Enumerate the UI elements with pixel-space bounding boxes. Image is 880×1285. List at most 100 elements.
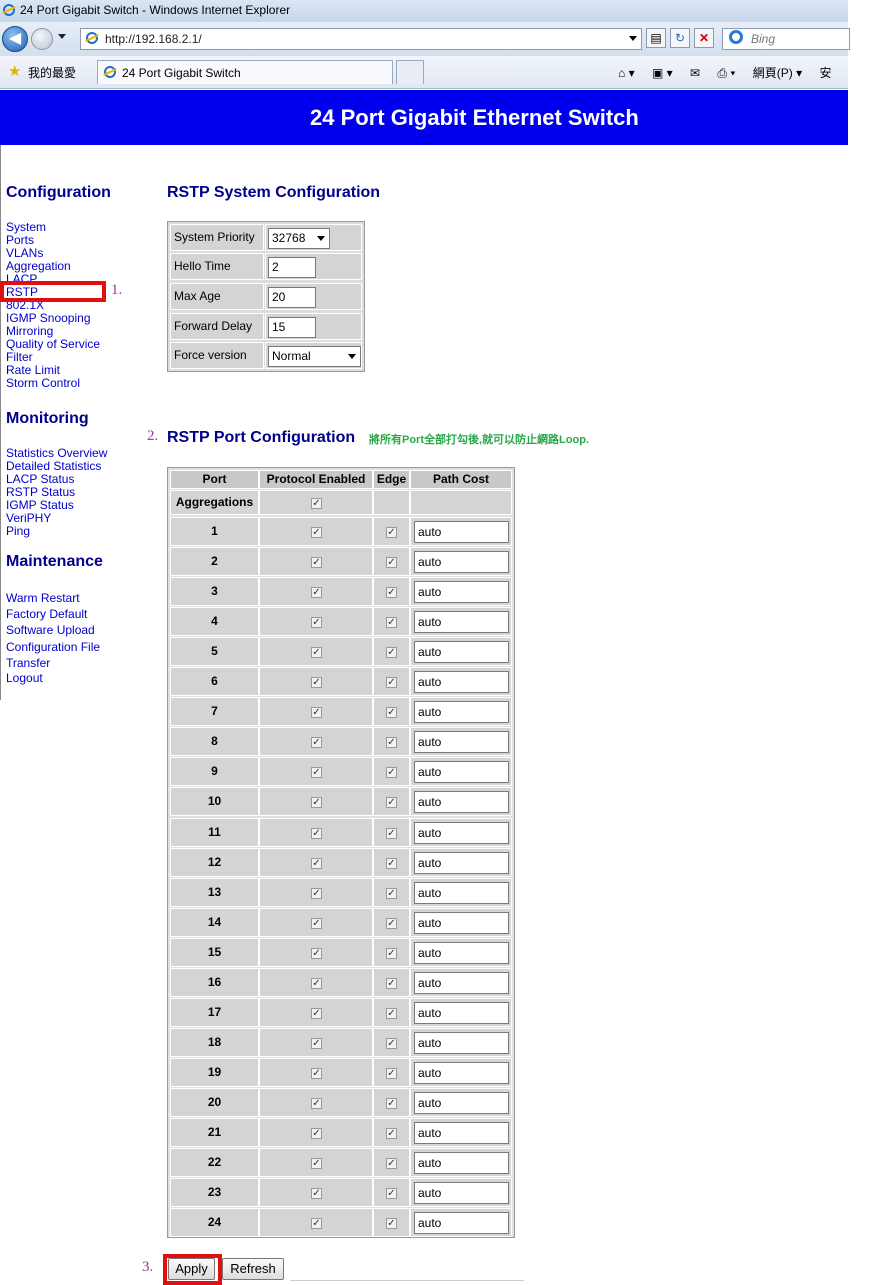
favorites-star-icon[interactable]: ★ — [8, 62, 21, 80]
protocol-enabled-checkbox[interactable]: ✓ — [311, 858, 322, 869]
aggregations-protocol-checkbox[interactable]: ✓ — [311, 498, 322, 509]
path-cost-input[interactable]: auto — [414, 1152, 509, 1174]
path-cost-input[interactable]: auto — [414, 731, 509, 753]
refresh-button[interactable]: Refresh — [222, 1258, 284, 1280]
edge-checkbox[interactable]: ✓ — [386, 647, 397, 658]
protocol-enabled-checkbox[interactable]: ✓ — [311, 527, 322, 538]
edge-checkbox[interactable]: ✓ — [386, 828, 397, 839]
search-input[interactable]: Bing — [722, 28, 850, 50]
new-tab-button[interactable] — [396, 60, 424, 84]
favorites-button[interactable]: 我的最愛 — [28, 64, 76, 81]
path-cost-input[interactable]: auto — [414, 972, 509, 994]
print-icon[interactable]: ⎙ ▾ — [717, 66, 735, 80]
system-priority-select[interactable]: 32768 — [268, 228, 330, 249]
path-cost-input[interactable]: auto — [414, 1062, 509, 1084]
protocol-enabled-checkbox[interactable]: ✓ — [311, 1098, 322, 1109]
protocol-enabled-checkbox[interactable]: ✓ — [311, 767, 322, 778]
path-cost-input[interactable]: auto — [414, 942, 509, 964]
edge-checkbox[interactable]: ✓ — [386, 587, 397, 598]
path-cost-input[interactable]: auto — [414, 822, 509, 844]
safety-menu[interactable]: 安 — [819, 66, 831, 80]
stop-icon[interactable]: ✕ — [694, 28, 714, 48]
path-cost-input[interactable]: auto — [414, 1122, 509, 1144]
protocol-enabled-checkbox[interactable]: ✓ — [311, 617, 322, 628]
path-cost-input[interactable]: auto — [414, 1212, 509, 1234]
edge-checkbox[interactable]: ✓ — [386, 1158, 397, 1169]
protocol-enabled-checkbox[interactable]: ✓ — [311, 888, 322, 899]
edge-checkbox[interactable]: ✓ — [386, 677, 397, 688]
forward-delay-input[interactable]: 15 — [268, 317, 316, 338]
protocol-enabled-checkbox[interactable]: ✓ — [311, 557, 322, 568]
browser-tab[interactable]: 24 Port Gigabit Switch — [97, 60, 393, 84]
path-cost-input[interactable]: auto — [414, 912, 509, 934]
edge-checkbox[interactable]: ✓ — [386, 1188, 397, 1199]
protocol-enabled-checkbox[interactable]: ✓ — [311, 828, 322, 839]
path-cost-input[interactable]: auto — [414, 671, 509, 693]
protocol-enabled-checkbox[interactable]: ✓ — [311, 978, 322, 989]
hello-time-input[interactable]: 2 — [268, 257, 316, 278]
edge-checkbox[interactable]: ✓ — [386, 1218, 397, 1229]
nav-ping[interactable]: Ping — [6, 525, 30, 538]
page-menu[interactable]: 網頁(P) ▾ — [753, 66, 802, 80]
feeds-icon[interactable]: ▣ ▾ — [652, 66, 673, 80]
mail-icon[interactable]: ✉ — [690, 66, 700, 80]
protocol-enabled-checkbox[interactable]: ✓ — [311, 587, 322, 598]
protocol-enabled-checkbox[interactable]: ✓ — [311, 1068, 322, 1079]
path-cost-input[interactable]: auto — [414, 761, 509, 783]
apply-button[interactable]: Apply — [168, 1258, 215, 1280]
url-input[interactable]: http://192.168.2.1/ — [80, 28, 642, 50]
edge-checkbox[interactable]: ✓ — [386, 948, 397, 959]
max-age-input[interactable]: 20 — [268, 287, 316, 308]
path-cost-input[interactable]: auto — [414, 521, 509, 543]
edge-checkbox[interactable]: ✓ — [386, 918, 397, 929]
protocol-enabled-checkbox[interactable]: ✓ — [311, 1218, 322, 1229]
url-dropdown-icon[interactable] — [629, 36, 637, 41]
compat-view-icon[interactable]: ▤ — [646, 28, 666, 48]
edge-checkbox[interactable]: ✓ — [386, 557, 397, 568]
edge-checkbox[interactable]: ✓ — [386, 1068, 397, 1079]
nav-factory-default[interactable]: Factory Default — [6, 607, 87, 621]
protocol-enabled-checkbox[interactable]: ✓ — [311, 737, 322, 748]
edge-checkbox[interactable]: ✓ — [386, 978, 397, 989]
protocol-enabled-checkbox[interactable]: ✓ — [311, 1158, 322, 1169]
protocol-enabled-checkbox[interactable]: ✓ — [311, 677, 322, 688]
edge-checkbox[interactable]: ✓ — [386, 1098, 397, 1109]
path-cost-input[interactable]: auto — [414, 1182, 509, 1204]
path-cost-input[interactable]: auto — [414, 882, 509, 904]
back-button[interactable]: ◀ — [2, 26, 28, 52]
protocol-enabled-checkbox[interactable]: ✓ — [311, 1128, 322, 1139]
edge-checkbox[interactable]: ✓ — [386, 527, 397, 538]
path-cost-input[interactable]: auto — [414, 641, 509, 663]
nav-logout[interactable]: Logout — [6, 671, 43, 685]
protocol-enabled-checkbox[interactable]: ✓ — [311, 707, 322, 718]
edge-checkbox[interactable]: ✓ — [386, 707, 397, 718]
path-cost-input[interactable]: auto — [414, 611, 509, 633]
history-dropdown-icon[interactable] — [58, 34, 66, 39]
home-icon[interactable]: ⌂ ▾ — [618, 66, 635, 80]
path-cost-input[interactable]: auto — [414, 581, 509, 603]
protocol-enabled-checkbox[interactable]: ✓ — [311, 948, 322, 959]
edge-checkbox[interactable]: ✓ — [386, 797, 397, 808]
force-version-select[interactable]: Normal — [268, 346, 361, 367]
edge-checkbox[interactable]: ✓ — [386, 1038, 397, 1049]
edge-checkbox[interactable]: ✓ — [386, 617, 397, 628]
protocol-enabled-checkbox[interactable]: ✓ — [311, 797, 322, 808]
path-cost-input[interactable]: auto — [414, 1092, 509, 1114]
protocol-enabled-checkbox[interactable]: ✓ — [311, 1188, 322, 1199]
refresh-page-icon[interactable]: ↻ — [670, 28, 690, 48]
nav-warm-restart[interactable]: Warm Restart — [6, 591, 80, 605]
edge-checkbox[interactable]: ✓ — [386, 888, 397, 899]
protocol-enabled-checkbox[interactable]: ✓ — [311, 1038, 322, 1049]
edge-checkbox[interactable]: ✓ — [386, 1008, 397, 1019]
nav-software-upload[interactable]: Software Upload — [6, 623, 95, 637]
path-cost-input[interactable]: auto — [414, 551, 509, 573]
path-cost-input[interactable]: auto — [414, 1032, 509, 1054]
nav-storm-control[interactable]: Storm Control — [6, 377, 80, 390]
path-cost-input[interactable]: auto — [414, 791, 509, 813]
edge-checkbox[interactable]: ✓ — [386, 1128, 397, 1139]
path-cost-input[interactable]: auto — [414, 701, 509, 723]
edge-checkbox[interactable]: ✓ — [386, 858, 397, 869]
path-cost-input[interactable]: auto — [414, 852, 509, 874]
nav-configuration-file-transfer[interactable]: Configuration File Transfer — [6, 639, 116, 671]
protocol-enabled-checkbox[interactable]: ✓ — [311, 918, 322, 929]
